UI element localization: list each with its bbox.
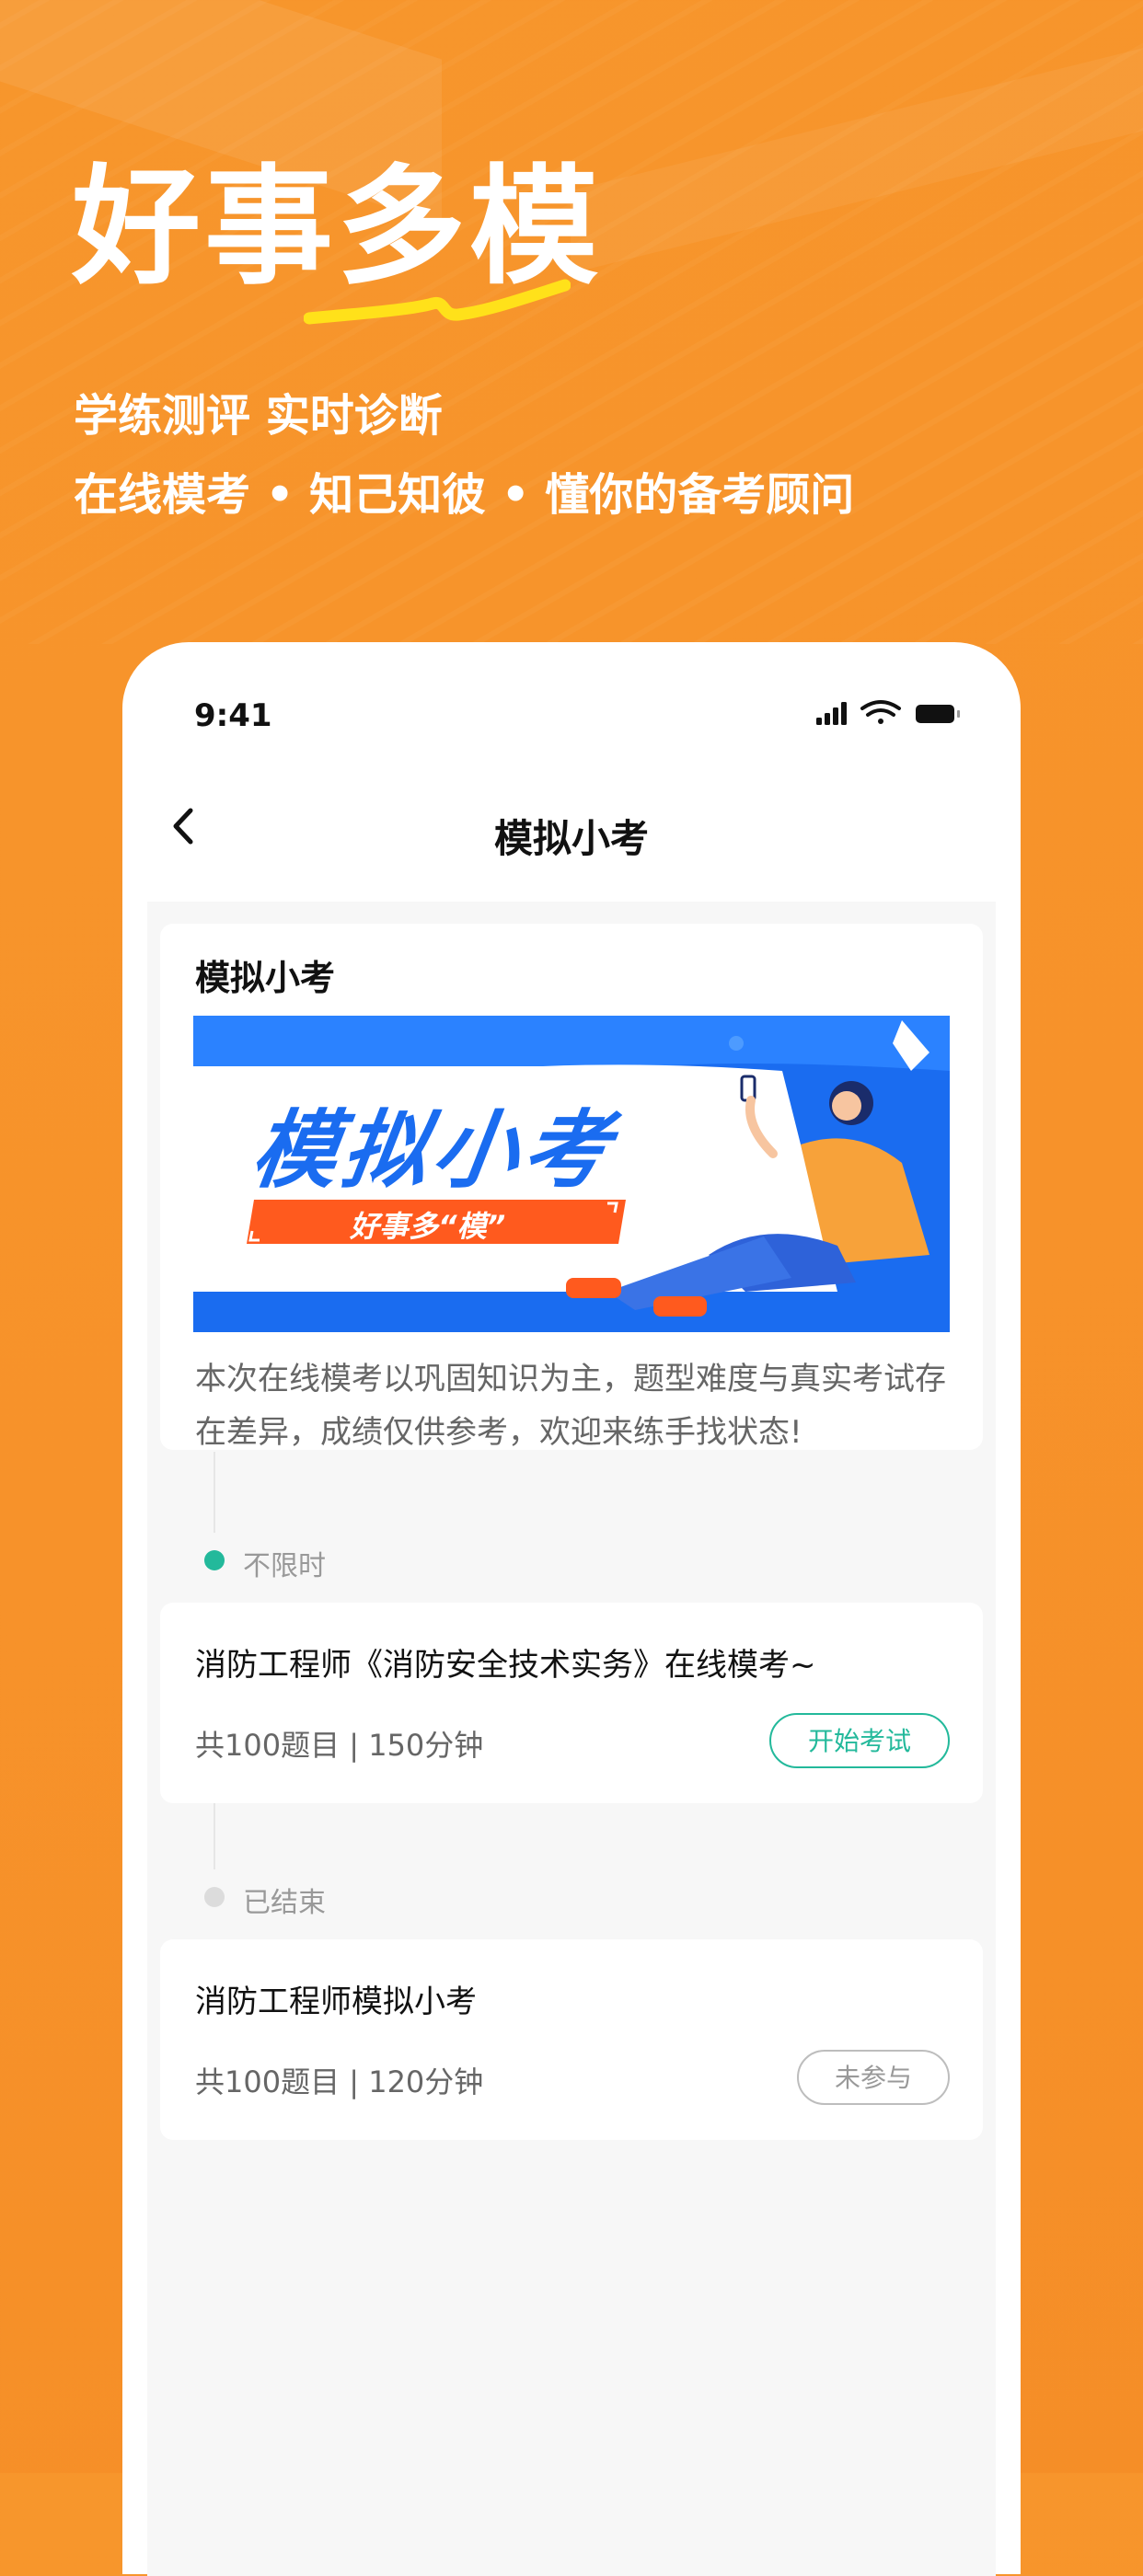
banner-title: 模拟小考 [246,1101,621,1200]
status-time: 9:41 [194,697,272,734]
intro-card: 模拟小考 模拟小考 好事多“模” 本次在线模考以巩固知识为主，题型难度与真实考试… [160,924,983,1451]
content-area: 模拟小考 模拟小考 好事多“模” 本次在线模考以巩固知识为主，题型难度与真实考试… [147,902,996,2576]
battery-icon [916,705,960,723]
status-icons [816,700,960,725]
exam-meta: 共100题目 | 150分钟 [195,1728,484,1763]
status-dot [204,1550,225,1570]
not-participated-button[interactable]: 未参与 [797,2050,950,2105]
section-status: 不限时 [243,1550,326,1582]
intro-card-title: 模拟小考 [195,958,336,998]
exam-title: 消防工程师模拟小考 [195,1984,477,2020]
start-exam-button[interactable]: 开始考试 [769,1713,950,1768]
nav-title: 模拟小考 [493,816,649,861]
hero-subtitle-line1: 学练测评 实时诊断 [74,390,443,442]
exam-card[interactable]: 消防工程师《消防安全技术实务》在线模考~ 共100题目 | 150分钟 开始考试 [160,1603,983,1803]
promo-banner[interactable]: 模拟小考 好事多“模” [193,1016,950,1332]
phone-screen: 9:41 模拟小考 模拟小考 模拟小考 好事多“模” 本次在线模考以巩固知识为主… [122,642,1021,2576]
hero-title: 好事多模 [72,153,603,303]
hero-subtitle-line2: 在线模考 • 知己知彼 • 懂你的备考顾问 [74,469,855,521]
banner-tag: 好事多“模” [350,1209,506,1244]
status-dot [204,1887,225,1907]
intro-description: 本次在线模考以巩固知识为主，题型难度与真实考试存在差异，成绩仅供参考，欢迎来练手… [195,1361,946,1451]
section-status: 已结束 [243,1887,326,1919]
background-stripes [0,0,1143,644]
signal-icon [816,702,847,725]
timeline-line [214,1803,215,1869]
underline-squiggle-icon [304,279,571,325]
exam-meta: 共100题目 | 120分钟 [195,2064,484,2099]
timeline-line [214,1452,215,1533]
background-slab [571,29,1143,274]
exam-card[interactable]: 消防工程师模拟小考 共100题目 | 120分钟 未参与 [160,1939,983,2140]
exam-title: 消防工程师《消防安全技术实务》在线模考~ [195,1647,816,1684]
wifi-icon [860,700,901,724]
